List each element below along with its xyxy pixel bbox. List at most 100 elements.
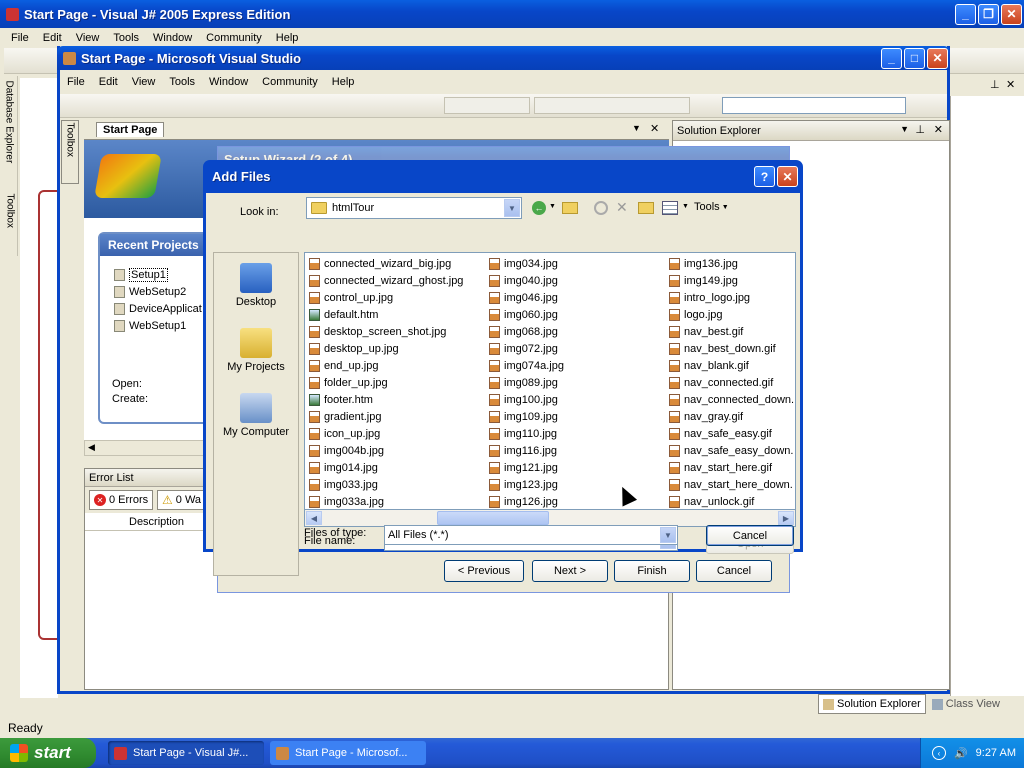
file-item[interactable]: desktop_screen_shot.jpg	[309, 323, 463, 340]
solution-explorer-bottom-tab[interactable]: Solution Explorer	[818, 694, 926, 714]
file-item[interactable]: img034.jpg	[489, 255, 564, 272]
file-item[interactable]: desktop_up.jpg	[309, 340, 463, 357]
inner-minimize-button[interactable]: _	[881, 47, 902, 69]
files-of-type-dropdown-icon[interactable]: ▼	[660, 527, 676, 543]
file-item[interactable]: img121.jpg	[489, 459, 564, 476]
restore-button[interactable]: ❐	[978, 3, 999, 25]
file-item[interactable]: img116.jpg	[489, 442, 564, 459]
inner-menu-community[interactable]: Community	[255, 76, 325, 88]
recent-project-item[interactable]: DeviceApplicat	[114, 300, 216, 317]
menu-community[interactable]: Community	[199, 32, 269, 44]
file-item[interactable]: img004b.jpg	[309, 442, 463, 459]
file-item[interactable]: footer.htm	[309, 391, 463, 408]
outer-title-bar[interactable]: Start Page - Visual J# 2005 Express Edit…	[0, 0, 1024, 28]
outer-panel-close-icon[interactable]: ✕	[1006, 78, 1015, 91]
taskbar-item-vj[interactable]: Start Page - Visual J#...	[108, 741, 264, 765]
taskbar-item-vs[interactable]: Start Page - Microsof...	[270, 741, 426, 765]
views-dropdown-icon[interactable]: ▼	[682, 203, 689, 210]
file-item[interactable]: img136.jpg	[669, 255, 794, 272]
inner-menu-file[interactable]: File	[60, 76, 92, 88]
minimize-button[interactable]: _	[955, 3, 976, 25]
file-item[interactable]: nav_safe_easy.gif	[669, 425, 794, 442]
pin-icon[interactable]: ⊥	[990, 78, 1000, 91]
errors-filter-button[interactable]: ✕ 0 Errors	[89, 490, 154, 510]
next-button[interactable]: Next >	[532, 560, 608, 582]
file-item[interactable]: nav_safe_easy_down.	[669, 442, 794, 459]
scroll-thumb[interactable]	[437, 511, 549, 525]
file-item[interactable]: nav_best_down.gif	[669, 340, 794, 357]
file-list[interactable]: connected_wizard_big.jpg connected_wizard…	[304, 252, 796, 510]
file-item[interactable]: connected_wizard_ghost.jpg	[309, 272, 463, 289]
file-item[interactable]: img123.jpg	[489, 476, 564, 493]
file-item[interactable]: nav_gray.gif	[669, 408, 794, 425]
file-item[interactable]: connected_wizard_big.jpg	[309, 255, 463, 272]
back-icon[interactable]: ←	[532, 201, 546, 215]
place-my-computer[interactable]: My Computer	[214, 393, 298, 438]
scroll-left-arrow-icon[interactable]: ◀	[306, 511, 322, 525]
menu-file[interactable]: File	[4, 32, 36, 44]
file-item[interactable]: gradient.jpg	[309, 408, 463, 425]
inner-close-button[interactable]: ✕	[927, 47, 948, 69]
scroll-left-icon[interactable]: ◀	[88, 442, 95, 453]
new-folder-icon[interactable]	[638, 202, 654, 214]
chevron-down-icon[interactable]: ▼	[504, 199, 520, 217]
toolbar-config-combo[interactable]	[444, 97, 530, 114]
scroll-right-arrow-icon[interactable]: ▶	[778, 511, 794, 525]
toolbar-find-combo[interactable]	[722, 97, 906, 114]
inner-maximize-button[interactable]: □	[904, 47, 925, 69]
file-item[interactable]: img074a.jpg	[489, 357, 564, 374]
close-button[interactable]: ✕	[1001, 3, 1022, 25]
file-item[interactable]: nav_start_here_down.	[669, 476, 794, 493]
file-item[interactable]: intro_logo.jpg	[669, 289, 794, 306]
look-in-combo[interactable]: htmlTour ▼	[306, 197, 522, 219]
toolbox-side-tab[interactable]: Toolbox	[2, 194, 16, 252]
file-item[interactable]: img068.jpg	[489, 323, 564, 340]
start-page-hscroll[interactable]: ◀	[84, 440, 214, 456]
file-item[interactable]: img126.jpg	[489, 493, 564, 509]
file-item[interactable]: img100.jpg	[489, 391, 564, 408]
file-item[interactable]: img014.jpg	[309, 459, 463, 476]
place-my-projects[interactable]: My Projects	[214, 328, 298, 373]
search-web-icon[interactable]	[594, 201, 608, 215]
database-explorer-tab[interactable]: Database Explorer	[2, 81, 16, 192]
panel-close-icon[interactable]: ✕	[934, 123, 943, 136]
add-files-title-bar[interactable]: Add Files ? ✕	[206, 160, 800, 193]
create-label[interactable]: Create:	[112, 393, 148, 405]
class-view-tab[interactable]: Class View	[928, 694, 1004, 714]
inner-menu-help[interactable]: Help	[325, 76, 362, 88]
file-item[interactable]: default.htm	[309, 306, 463, 323]
file-item[interactable]: img149.jpg	[669, 272, 794, 289]
toolbox-tab[interactable]: Toolbox	[61, 120, 79, 184]
start-button[interactable]: start	[0, 738, 96, 768]
previous-button[interactable]: < Previous	[444, 560, 524, 582]
panel-pin-icon[interactable]: ⊥	[915, 123, 925, 136]
place-desktop[interactable]: Desktop	[214, 263, 298, 308]
recent-project-item[interactable]: WebSetup1	[114, 317, 216, 334]
toolbar-platform-combo[interactable]	[534, 97, 690, 114]
inner-title-bar[interactable]: Start Page - Microsoft Visual Studio _ □…	[57, 46, 950, 70]
file-item[interactable]: end_up.jpg	[309, 357, 463, 374]
file-item[interactable]: nav_connected_down.	[669, 391, 794, 408]
file-item[interactable]: logo.jpg	[669, 306, 794, 323]
menu-view[interactable]: View	[69, 32, 107, 44]
description-column-header[interactable]: Description	[129, 516, 184, 528]
start-page-tab[interactable]: Start Page	[96, 122, 165, 137]
inner-menu-window[interactable]: Window	[202, 76, 255, 88]
dialog-close-button[interactable]: ✕	[777, 166, 798, 187]
up-folder-icon[interactable]	[562, 202, 578, 214]
file-item[interactable]: icon_up.jpg	[309, 425, 463, 442]
cancel-button[interactable]: Cancel	[706, 525, 794, 546]
tray-expand-icon[interactable]: ‹	[931, 746, 946, 760]
file-item[interactable]: nav_best.gif	[669, 323, 794, 340]
volume-icon[interactable]: 🔊	[954, 747, 968, 760]
finish-button[interactable]: Finish	[614, 560, 690, 582]
recent-project-item[interactable]: Setup1	[114, 266, 216, 283]
file-item[interactable]: img089.jpg	[489, 374, 564, 391]
file-item[interactable]: img109.jpg	[489, 408, 564, 425]
tab-close-icon[interactable]: ✕	[650, 122, 659, 135]
file-item[interactable]: nav_blank.gif	[669, 357, 794, 374]
file-item[interactable]: img060.jpg	[489, 306, 564, 323]
warnings-filter-button[interactable]: ⚠ 0 Wa	[157, 490, 207, 510]
inner-menu-edit[interactable]: Edit	[92, 76, 125, 88]
tools-menu[interactable]: Tools ▼	[694, 201, 729, 213]
